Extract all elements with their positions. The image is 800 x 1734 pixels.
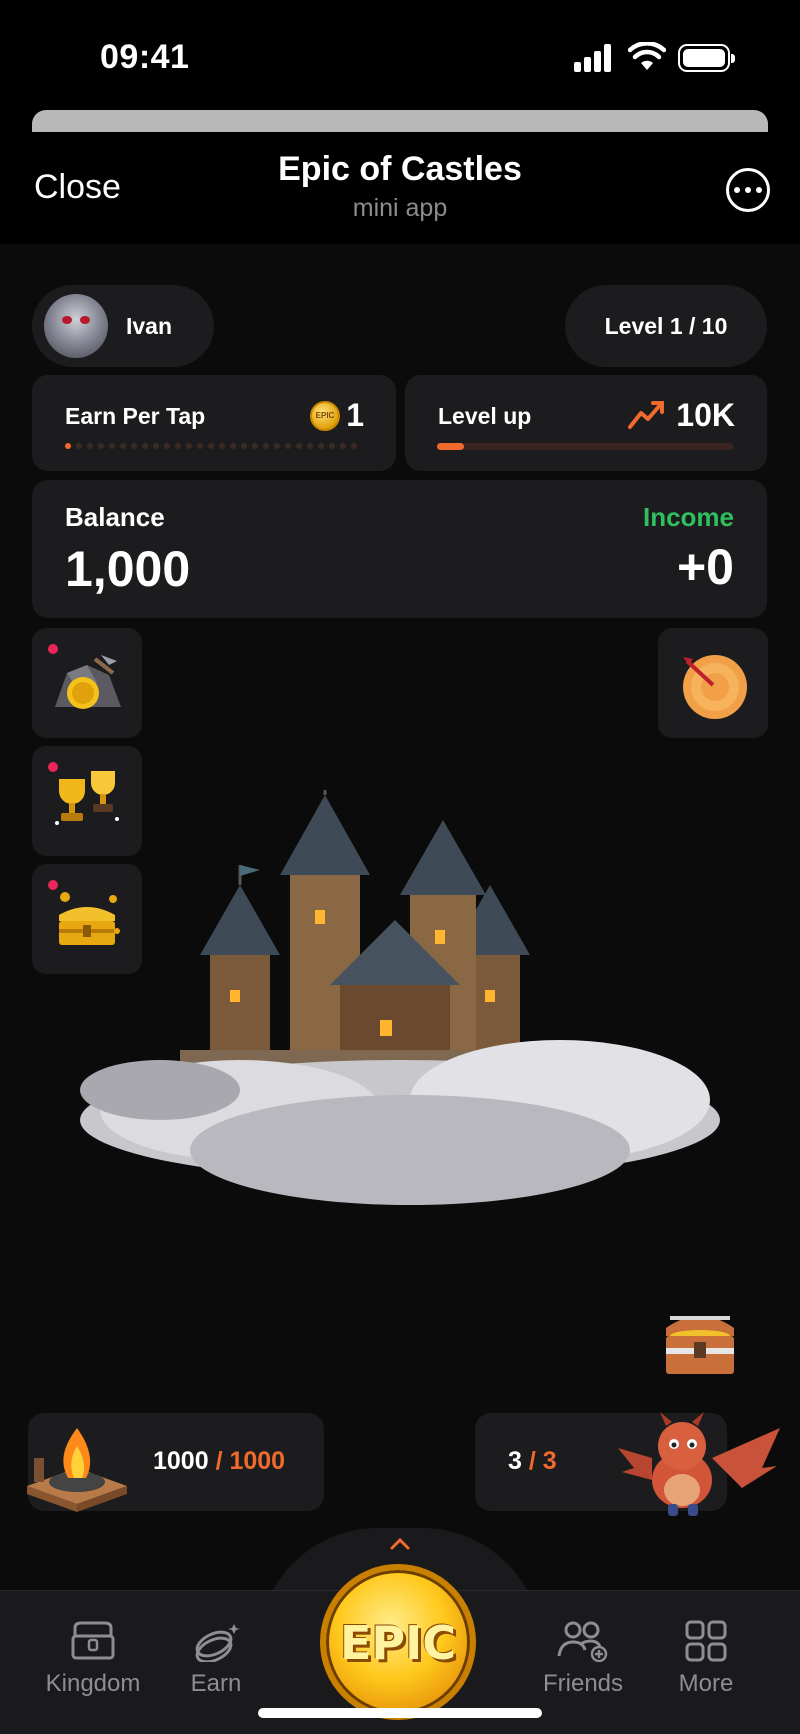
grid-icon (685, 1620, 727, 1662)
epic-coin-icon: EPIC (310, 401, 340, 431)
earn-per-tap-value: 1 (346, 397, 364, 433)
status-bar: 09:41 (0, 0, 800, 110)
tap-coin-label: EPIC (339, 1616, 456, 1670)
user-name: Ivan (126, 313, 173, 339)
gold-mine-icon (55, 655, 121, 709)
nav-kingdom[interactable]: Kingdom (33, 1620, 153, 1698)
chest-outline-icon (71, 1621, 115, 1660)
mine-button[interactable] (32, 628, 142, 738)
nav-kingdom-label: Kingdom (45, 1670, 141, 1697)
cellular-signal-icon (574, 44, 614, 72)
energy-value: 1000 / 1000 (153, 1447, 285, 1476)
app-title: Epic of Castles (278, 150, 522, 188)
friends-icon (557, 1621, 608, 1662)
level-up-cost: 10K (676, 397, 735, 433)
nav-earn[interactable]: Earn (156, 1620, 276, 1698)
income-label: Income (642, 502, 734, 532)
home-indicator[interactable] (258, 1708, 542, 1718)
level-up-card[interactable]: Level up 10K (405, 375, 767, 471)
avatar (44, 294, 108, 358)
earn-per-tap-progress (65, 443, 363, 449)
castle-illustration[interactable] (40, 790, 760, 1290)
nav-friends-label: Friends (542, 1670, 624, 1697)
dragon-value: 3 / 3 (508, 1447, 557, 1476)
wifi-icon (628, 42, 666, 70)
app-subtitle: mini app (352, 194, 448, 222)
more-options-button[interactable] (726, 168, 770, 212)
dragon-current: 3 (508, 1447, 522, 1475)
balance-card: Balance 1,000 Income +0 (32, 480, 767, 618)
energy-max: / 1000 (215, 1447, 286, 1475)
target-button[interactable] (658, 628, 768, 738)
level-up-progress-bar (437, 443, 733, 450)
sheet-handle[interactable] (32, 110, 768, 132)
battery-icon (678, 44, 735, 72)
nav-more[interactable]: More (646, 1620, 766, 1698)
campfire-icon (27, 1428, 127, 1512)
mini-app-header: Close Epic of Castles mini app (0, 132, 800, 244)
earn-per-tap-card: Earn Per Tap EPIC 1 (32, 375, 396, 471)
chevron-up-icon[interactable] (388, 1536, 412, 1552)
level-chip[interactable]: Level 1 / 10 (565, 285, 767, 367)
earn-per-tap-label: Earn Per Tap (65, 403, 206, 429)
balance-value: 1,000 (65, 541, 191, 597)
energy-current: 1000 (153, 1447, 209, 1475)
income-value: +0 (676, 539, 734, 595)
nav-friends[interactable]: Friends (523, 1620, 643, 1698)
trend-up-icon (628, 401, 664, 429)
dragon-max: / 3 (528, 1447, 557, 1475)
balance-label: Balance (65, 502, 165, 532)
coins-icon (195, 1624, 240, 1662)
nav-earn-label: Earn (190, 1670, 242, 1697)
target-icon (683, 655, 747, 719)
status-time: 09:41 (100, 38, 190, 76)
level-up-label: Level up (438, 403, 532, 429)
tap-coin-button[interactable]: EPIC (320, 1564, 476, 1720)
dragon-icon (618, 1412, 780, 1516)
reward-chest-icon[interactable] (660, 1300, 740, 1380)
user-profile-chip[interactable]: Ivan (32, 285, 214, 367)
nav-more-label: More (678, 1670, 734, 1697)
